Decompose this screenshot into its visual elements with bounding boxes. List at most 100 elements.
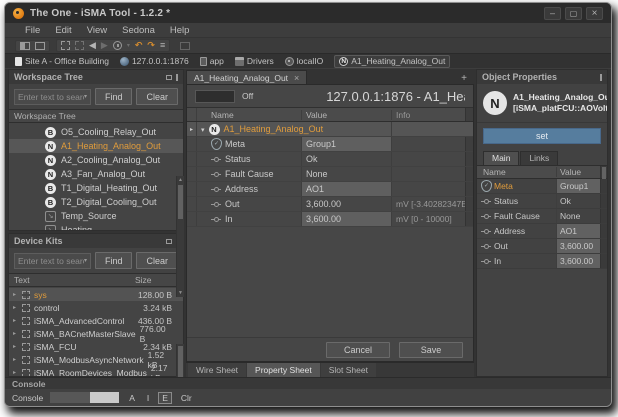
property-row[interactable]: Address AO1	[477, 224, 607, 239]
workspace-tree-find-button[interactable]: Find	[95, 88, 133, 105]
table-row[interactable]: Status Ok	[187, 152, 473, 167]
properties-tab[interactable]: Links	[520, 151, 558, 165]
kit-row[interactable]: iSMA_BACnetMasterSlave 776.00 B	[9, 327, 183, 340]
cancel-button[interactable]: Cancel	[326, 342, 390, 358]
pin-icon[interactable]	[176, 74, 178, 81]
slot-value-cell[interactable]: 3,600.00	[301, 212, 391, 226]
table-scrollbar[interactable]	[465, 197, 473, 211]
column-name[interactable]: Name	[477, 167, 556, 177]
save-button[interactable]: Save	[399, 342, 463, 358]
expand-icon[interactable]	[13, 330, 18, 337]
table-row[interactable]: Address AO1	[187, 182, 473, 197]
pin-icon[interactable]	[600, 74, 602, 81]
menu-item[interactable]: View	[87, 25, 107, 36]
table-row[interactable]: Fault Cause None	[187, 167, 473, 182]
slot-value-cell[interactable]: 3,600.00	[301, 197, 391, 211]
properties-scrollbar[interactable]	[600, 239, 607, 253]
chevron-down-icon[interactable]: ▾	[84, 257, 87, 264]
list-view-icon[interactable]: ≡	[160, 41, 165, 50]
expand-icon[interactable]	[13, 356, 18, 363]
column-text[interactable]: Text	[14, 275, 30, 285]
minimize-button[interactable]	[544, 7, 561, 20]
console-zoom-slider[interactable]	[50, 392, 119, 403]
kit-row[interactable]: control 3.24 kB	[9, 301, 183, 314]
forward-icon[interactable]: ▶	[101, 41, 108, 50]
tree-item[interactable]: N A2_Cooling_Analog_Out	[9, 153, 183, 167]
expand-icon[interactable]	[13, 369, 18, 376]
property-value-cell[interactable]: 3,600.00	[556, 254, 600, 268]
table-row[interactable]: In 3,600.00 mV [0 - 10000]	[187, 212, 473, 227]
disconnect-icon[interactable]	[75, 41, 84, 50]
tree-item[interactable]: N A1_Heating_Analog_Out	[9, 139, 183, 153]
scroll-up-icon[interactable]: ▲	[177, 177, 184, 183]
property-value-cell[interactable]: 3,600.00	[556, 239, 600, 253]
property-value-cell[interactable]: Ok	[556, 194, 600, 208]
history-dropdown-icon[interactable]: ▾	[127, 43, 130, 49]
table-scrollbar[interactable]	[465, 212, 473, 226]
table-scrollbar[interactable]	[465, 152, 473, 166]
breadcrumb-item[interactable]: A1_Heating_Analog_Out	[334, 55, 450, 68]
properties-tab[interactable]: Main	[483, 151, 519, 165]
live-toggle[interactable]	[195, 90, 235, 103]
kit-row[interactable]: sys 128.00 B	[9, 288, 183, 301]
table-row[interactable]: Out 3,600.00 mV [-3.40282347E+38 - 3.402…	[187, 197, 473, 212]
new-tab-button[interactable]	[461, 73, 474, 84]
expand-icon[interactable]	[13, 317, 18, 324]
console-filter-button[interactable]: I	[144, 393, 152, 403]
slot-value-cell[interactable]: None	[301, 167, 391, 181]
column-value[interactable]: Value	[301, 110, 391, 120]
menu-item[interactable]: Edit	[55, 25, 71, 36]
properties-scrollbar[interactable]	[600, 166, 607, 178]
column-name[interactable]: Name	[197, 110, 301, 120]
property-row[interactable]: Out 3,600.00	[477, 239, 607, 254]
column-info[interactable]: Info	[391, 110, 465, 120]
tree-item[interactable]: N A3_Fan_Analog_Out	[9, 167, 183, 181]
redo-icon[interactable]: ↷	[147, 41, 155, 50]
tree-item[interactable]: B T1_Digital_Heating_Out	[9, 181, 183, 195]
scrollbar-thumb[interactable]	[178, 185, 183, 219]
chevron-down-icon[interactable]: ▾	[84, 93, 87, 100]
property-value-cell[interactable]: Group1	[556, 179, 600, 193]
console-filter-button[interactable]: A	[126, 393, 138, 403]
slider-track[interactable]	[50, 392, 90, 403]
table-scrollbar[interactable]	[465, 137, 473, 151]
tree-item[interactable]: B O5_Cooling_Relay_Out	[9, 125, 183, 139]
open-workspace-icon[interactable]	[35, 42, 45, 50]
breadcrumb-item[interactable]: localIO	[285, 56, 323, 66]
console-filter-button[interactable]: Clr	[178, 393, 195, 403]
history-icon[interactable]	[113, 41, 122, 50]
properties-scrollbar[interactable]	[600, 254, 607, 268]
new-workspace-icon[interactable]	[20, 42, 30, 50]
menu-item[interactable]: Sedona	[122, 25, 155, 36]
table-row-root[interactable]: ▸ N A1_Heating_Analog_Out	[187, 122, 473, 137]
undo-icon[interactable]: ↶	[135, 41, 143, 50]
property-row[interactable]: Meta Group1	[477, 179, 607, 194]
undock-icon[interactable]	[166, 239, 172, 244]
properties-scrollbar[interactable]	[600, 224, 607, 238]
maximize-button[interactable]	[565, 7, 582, 20]
back-icon[interactable]: ◀	[89, 41, 96, 50]
menu-item[interactable]: File	[25, 25, 40, 36]
kit-row[interactable]: iSMA_RoomDevices_Modbus 2.17 kB	[9, 366, 183, 376]
connect-icon[interactable]	[61, 41, 70, 50]
workspace-tree-clear-button[interactable]: Clear	[136, 88, 178, 105]
workspace-tree-search-input[interactable]	[18, 92, 84, 102]
property-row[interactable]: In 3,600.00	[477, 254, 607, 269]
properties-scrollbar[interactable]	[600, 179, 607, 193]
slot-value-cell[interactable]: Group1	[301, 137, 391, 151]
workspace-tree-scrollbar[interactable]: ▲ ▼	[176, 176, 184, 297]
property-row[interactable]: Status Ok	[477, 194, 607, 209]
print-icon[interactable]	[180, 42, 190, 50]
sheet-tab[interactable]: Property Sheet	[247, 363, 320, 377]
property-value-cell[interactable]: None	[556, 209, 600, 223]
table-row[interactable]: Meta Group1	[187, 137, 473, 152]
property-value-cell[interactable]: AO1	[556, 224, 600, 238]
expand-icon[interactable]	[13, 291, 18, 298]
expand-icon[interactable]	[13, 304, 18, 311]
sheet-tab[interactable]: Wire Sheet	[188, 363, 246, 377]
close-button[interactable]	[586, 7, 603, 20]
slider-thumb[interactable]	[90, 392, 119, 403]
menu-item[interactable]: Help	[170, 25, 190, 36]
editor-tab[interactable]: A1_Heating_Analog_Out	[186, 70, 307, 84]
breadcrumb-item[interactable]: Drivers	[235, 56, 274, 66]
